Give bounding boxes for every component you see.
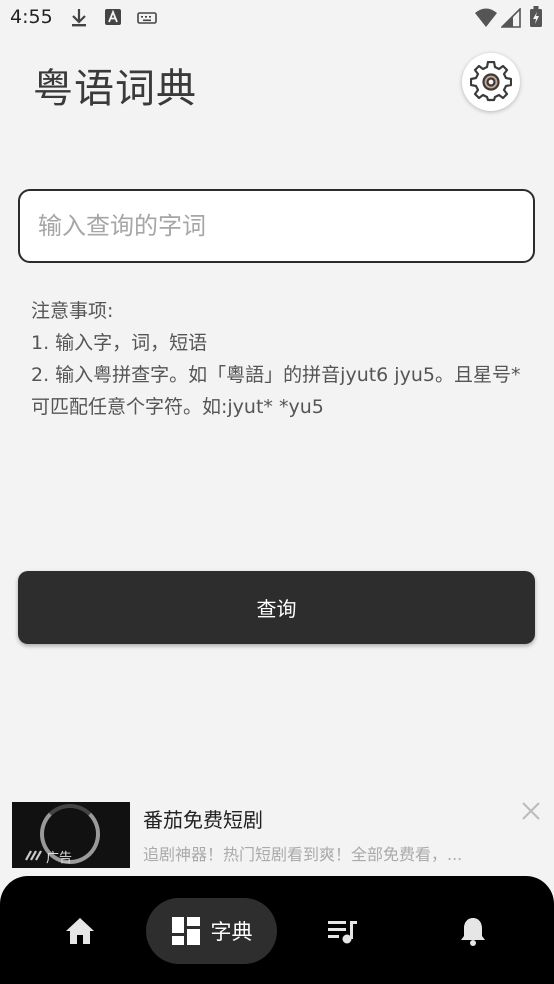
nav-dictionary[interactable]: 字典 bbox=[146, 898, 277, 964]
font-icon bbox=[105, 9, 121, 25]
nav-dictionary-label: 字典 bbox=[210, 920, 253, 944]
wifi-icon bbox=[475, 8, 497, 27]
ad-logo-icon bbox=[25, 850, 42, 861]
battery-icon bbox=[530, 6, 542, 27]
ad-thumbnail[interactable]: 广告 bbox=[12, 802, 130, 868]
nav-notifications[interactable] bbox=[443, 898, 503, 964]
search-input[interactable] bbox=[18, 189, 535, 263]
notes-line-2: 2. 输入粤拼查字。如「粵語」的拼音jyut6 jyu5。且星号*可匹配任意个字… bbox=[31, 364, 521, 418]
keyboard-icon bbox=[137, 12, 157, 24]
playlist-icon bbox=[328, 921, 357, 944]
status-time: 4:55 bbox=[10, 6, 53, 28]
ad-badge: 广告 bbox=[46, 851, 73, 866]
bottom-nav: 字典 bbox=[0, 876, 554, 984]
notes-heading: 注意事项: bbox=[31, 300, 114, 322]
ad-description[interactable]: 追剧神器！热门短剧看到爽！全部免费看，... bbox=[143, 841, 513, 865]
close-icon[interactable] bbox=[520, 800, 542, 822]
query-button[interactable]: 查询 bbox=[18, 571, 535, 644]
download-icon bbox=[72, 9, 86, 27]
bell-icon bbox=[461, 918, 485, 946]
gear-icon bbox=[470, 61, 512, 102]
notes: 注意事项: 1. 输入字，词，短语 2. 输入粤拼查字。如「粵語」的拼音jyut… bbox=[31, 295, 531, 423]
home-icon bbox=[66, 918, 94, 944]
status-bar: 4:55 bbox=[0, 0, 554, 36]
settings-button[interactable] bbox=[462, 53, 520, 111]
ad-banner[interactable]: 广告 番茄免费短剧 追剧神器！热门短剧看到爽！全部免费看，... bbox=[0, 792, 554, 876]
nav-home[interactable] bbox=[50, 898, 110, 964]
ad-title[interactable]: 番茄免费短剧 bbox=[143, 804, 263, 833]
page-title: 粤语词典 bbox=[33, 66, 197, 112]
signal-icon bbox=[501, 8, 521, 28]
notes-line-1: 1. 输入字，词，短语 bbox=[31, 332, 208, 354]
dictionary-icon bbox=[171, 917, 200, 945]
nav-playlist[interactable] bbox=[312, 898, 372, 964]
